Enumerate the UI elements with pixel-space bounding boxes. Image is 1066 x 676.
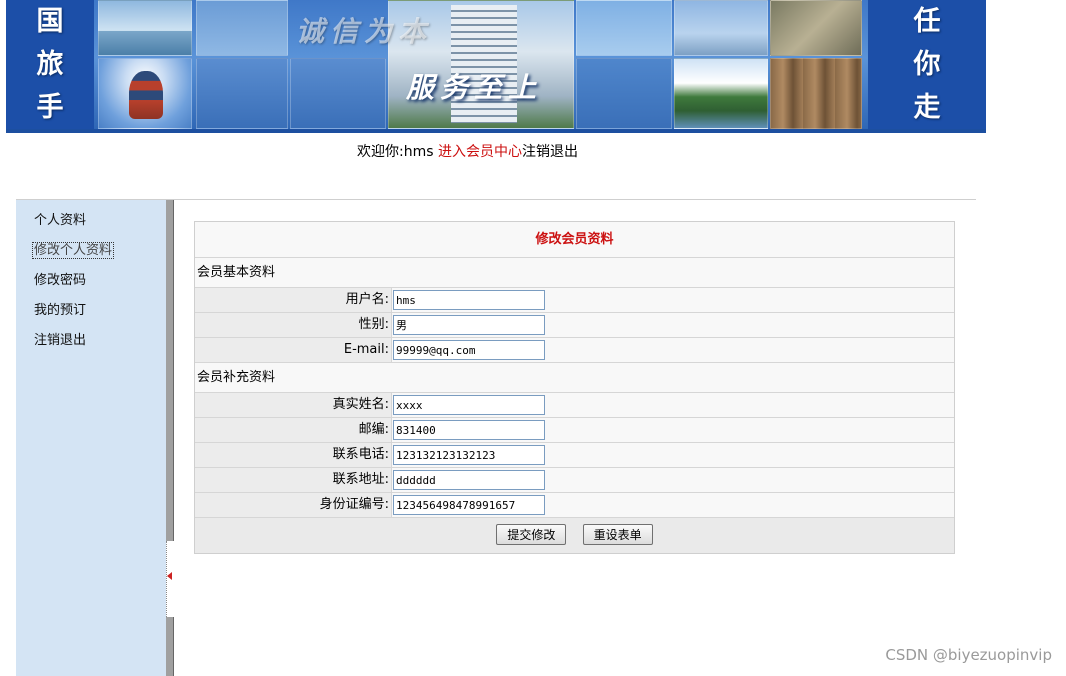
- form-actions: 提交修改 重设表单: [195, 518, 954, 553]
- banner-photo-temple: [98, 58, 192, 129]
- email-input[interactable]: [393, 340, 545, 360]
- banner-left-char: 旅: [36, 49, 64, 80]
- field-row-phone: 联系电话:: [195, 443, 954, 468]
- real-name-input[interactable]: [393, 395, 545, 415]
- welcome-bar: 欢迎你:hms 进入会员中心注销退出: [357, 141, 578, 161]
- id-number-label: 身份证编号:: [195, 493, 392, 517]
- address-input[interactable]: [393, 470, 545, 490]
- banner-photo-lake: [576, 58, 672, 129]
- section-basic-info: 会员基本资料: [195, 258, 954, 288]
- banner-photo-park: [674, 58, 768, 129]
- banner-photo-statue: [770, 0, 862, 56]
- submit-button[interactable]: 提交修改: [496, 524, 567, 545]
- member-profile-form: 修改会员资料 会员基本资料 用户名: 性别: E-mail: 会员补充资料 真实…: [194, 221, 955, 554]
- banner-slogan-main: 服务至上: [406, 71, 543, 104]
- banner-left-char: 手: [36, 92, 64, 123]
- id-number-input[interactable]: [393, 495, 545, 515]
- phone-label: 联系电话:: [195, 443, 392, 467]
- sidebar-item-change-password[interactable]: 修改密码: [16, 266, 166, 296]
- logout-link[interactable]: 注销退出: [522, 144, 578, 160]
- banner-right-char: 任: [913, 6, 941, 37]
- banner-photo-bridge: [98, 0, 192, 56]
- field-row-username: 用户名:: [195, 288, 954, 313]
- banner-photo-tile: [290, 58, 386, 129]
- form-title: 修改会员资料: [195, 222, 954, 258]
- gender-input[interactable]: [393, 315, 545, 335]
- sidebar-item-label: 修改个人资料: [31, 242, 115, 259]
- sidebar-item-profile[interactable]: 个人资料: [16, 206, 166, 236]
- banner-slogan-top: 诚信为本: [296, 15, 433, 48]
- sidebar-item-my-bookings[interactable]: 我的预订: [16, 296, 166, 326]
- banner-photo-mountain: [674, 0, 768, 56]
- field-row-id-number: 身份证编号:: [195, 493, 954, 518]
- address-label: 联系地址:: [195, 468, 392, 492]
- site-banner: 国 旅 手 诚信为本 服务至上 任 你 走: [6, 0, 986, 133]
- email-label: E-mail:: [195, 338, 392, 362]
- banner-left-text: 国 旅 手: [6, 0, 94, 129]
- banner-photo-tile: [196, 58, 288, 129]
- member-center-link[interactable]: 进入会员中心: [438, 144, 522, 160]
- sidebar-item-logout[interactable]: 注销退出: [16, 326, 166, 356]
- username-input[interactable]: [393, 290, 545, 310]
- welcome-prefix: 欢迎你:: [357, 144, 404, 160]
- field-row-email: E-mail:: [195, 338, 954, 363]
- banner-right-char: 走: [913, 92, 941, 123]
- sidebar-item-label: 修改密码: [34, 273, 87, 288]
- postcode-label: 邮编:: [195, 418, 392, 442]
- banner-right-text: 任 你 走: [868, 0, 986, 129]
- phone-input[interactable]: [393, 445, 545, 465]
- banner-photo-terracotta: [770, 58, 862, 129]
- field-row-postcode: 邮编:: [195, 418, 954, 443]
- sidebar-item-label: 注销退出: [34, 333, 87, 348]
- reset-button[interactable]: 重设表单: [582, 524, 653, 545]
- postcode-input[interactable]: [393, 420, 545, 440]
- field-row-address: 联系地址:: [195, 468, 954, 493]
- sidebar-item-label: 个人资料: [34, 213, 87, 228]
- sidebar-item-label: 我的预订: [34, 303, 87, 318]
- collapse-arrow-icon[interactable]: [167, 572, 172, 580]
- username-label: 用户名:: [195, 288, 392, 312]
- sidebar-menu: 个人资料 修改个人资料 修改密码 我的预订 注销退出: [16, 200, 166, 676]
- banner-photo-lake: [576, 0, 672, 56]
- real-name-label: 真实姓名:: [195, 393, 392, 417]
- field-row-real-name: 真实姓名:: [195, 393, 954, 418]
- section-extra-info: 会员补充资料: [195, 363, 954, 393]
- banner-right-char: 你: [913, 49, 941, 80]
- gender-label: 性别:: [195, 313, 392, 337]
- welcome-username: hms: [403, 144, 434, 160]
- banner-left-char: 国: [36, 6, 64, 37]
- csdn-watermark: CSDN @biyezuopinvip: [885, 646, 1052, 664]
- field-row-gender: 性别:: [195, 313, 954, 338]
- sidebar-item-edit-profile[interactable]: 修改个人资料: [16, 236, 166, 266]
- banner-photo-tile: [196, 0, 288, 56]
